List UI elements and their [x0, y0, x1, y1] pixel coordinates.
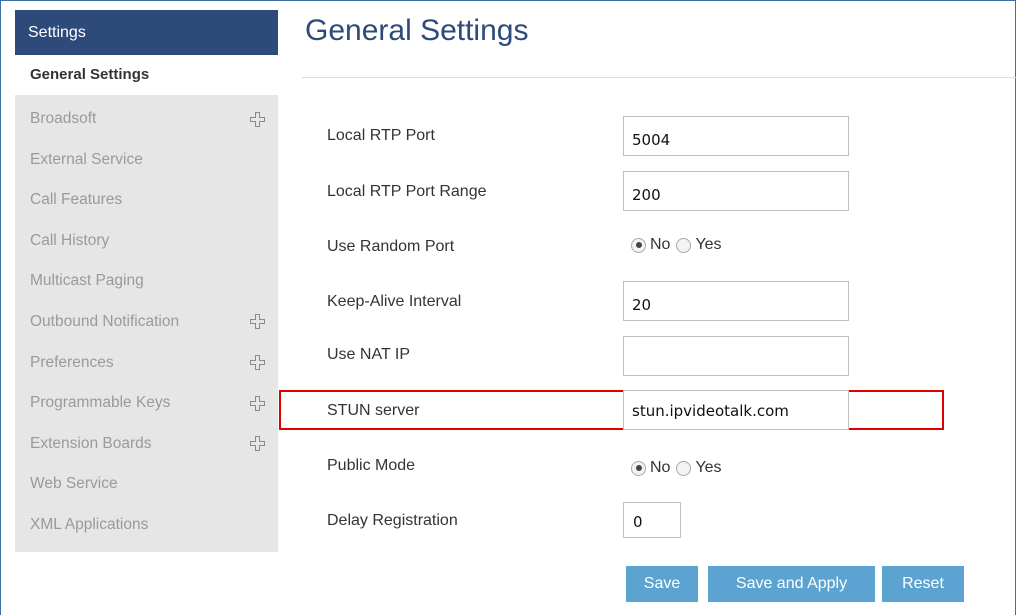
sidebar-item-label: Multicast Paging: [30, 272, 144, 290]
use-nat-ip-input[interactable]: [623, 336, 849, 376]
public-mode-radio-group: No Yes: [631, 459, 728, 477]
sidebar-menu: Broadsoft External Service Call Features…: [15, 95, 278, 552]
delay-registration-label: Delay Registration: [327, 512, 458, 529]
stun-server-input[interactable]: stun.ipvideotalk.com: [623, 390, 849, 430]
sidebar-item-extension-boards[interactable]: Extension Boards: [15, 424, 278, 465]
sidebar-item-call-features[interactable]: Call Features: [15, 180, 278, 221]
sidebar-item-label: Extension Boards: [30, 434, 152, 452]
sidebar-item-call-history[interactable]: Call History: [15, 221, 278, 262]
sidebar-item-label: Web Service: [30, 475, 118, 493]
sidebar: Settings General Settings Broadsoft Exte…: [15, 10, 278, 552]
sidebar-item-broadsoft[interactable]: Broadsoft: [15, 99, 278, 140]
use-random-port-yes-radio[interactable]: [676, 237, 692, 253]
sidebar-item-label: Call Features: [30, 191, 123, 209]
sidebar-item-preferences[interactable]: Preferences: [15, 343, 278, 384]
plus-icon[interactable]: [249, 424, 265, 464]
page-title: General Settings: [305, 14, 529, 47]
local-rtp-port-range-input[interactable]: 200: [623, 171, 849, 211]
sidebar-item-label: XML Applications: [30, 515, 149, 533]
delay-registration-input[interactable]: 0: [623, 502, 681, 538]
use-random-port-label: Use Random Port: [327, 238, 455, 255]
local-rtp-port-range-label: Local RTP Port Range: [327, 183, 487, 200]
sidebar-item-label: Call History: [30, 231, 110, 249]
plus-icon[interactable]: [249, 343, 265, 383]
local-rtp-port-input[interactable]: 5004: [623, 116, 849, 156]
use-random-port-radio-group: No Yes: [631, 236, 728, 254]
sidebar-item-label: Programmable Keys: [30, 394, 171, 412]
sidebar-item-programmable-keys[interactable]: Programmable Keys: [15, 383, 278, 424]
radio-label-yes: Yes: [695, 236, 722, 253]
radio-label-no: No: [650, 236, 671, 253]
use-random-port-no-radio[interactable]: [631, 237, 646, 253]
save-button[interactable]: Save: [626, 566, 698, 602]
sidebar-item-label: External Service: [30, 150, 143, 168]
sidebar-item-label: Preferences: [30, 353, 114, 371]
window-frame-left: [0, 0, 1, 615]
sidebar-item-web-service[interactable]: Web Service: [15, 464, 278, 505]
use-nat-ip-label: Use NAT IP: [327, 346, 410, 363]
sidebar-item-general-settings[interactable]: General Settings: [15, 55, 278, 95]
sidebar-item-xml-applications[interactable]: XML Applications: [15, 505, 278, 546]
local-rtp-port-label: Local RTP Port: [327, 127, 435, 144]
sidebar-header[interactable]: Settings: [15, 10, 278, 55]
sidebar-item-label: Broadsoft: [30, 110, 97, 127]
save-and-apply-button[interactable]: Save and Apply: [708, 566, 875, 602]
plus-icon[interactable]: [249, 302, 265, 342]
keep-alive-interval-label: Keep-Alive Interval: [327, 293, 462, 310]
stun-server-label: STUN server: [327, 402, 420, 419]
radio-label-yes: Yes: [695, 459, 722, 476]
plus-icon[interactable]: [249, 99, 265, 139]
sidebar-item-external-service[interactable]: External Service: [15, 140, 278, 181]
sidebar-item-multicast-paging[interactable]: Multicast Paging: [15, 261, 278, 302]
title-divider: [302, 77, 1016, 78]
keep-alive-interval-input[interactable]: 20: [623, 281, 849, 321]
window-frame-top: [0, 0, 1016, 1]
public-mode-yes-radio[interactable]: [676, 460, 692, 476]
public-mode-label: Public Mode: [327, 457, 416, 474]
public-mode-no-radio[interactable]: [631, 460, 646, 476]
radio-label-no: No: [650, 459, 671, 476]
plus-icon[interactable]: [249, 383, 265, 423]
sidebar-item-label: Outbound Notification: [30, 312, 180, 330]
reset-button[interactable]: Reset: [882, 566, 964, 602]
sidebar-item-outbound-notification[interactable]: Outbound Notification: [15, 302, 278, 343]
